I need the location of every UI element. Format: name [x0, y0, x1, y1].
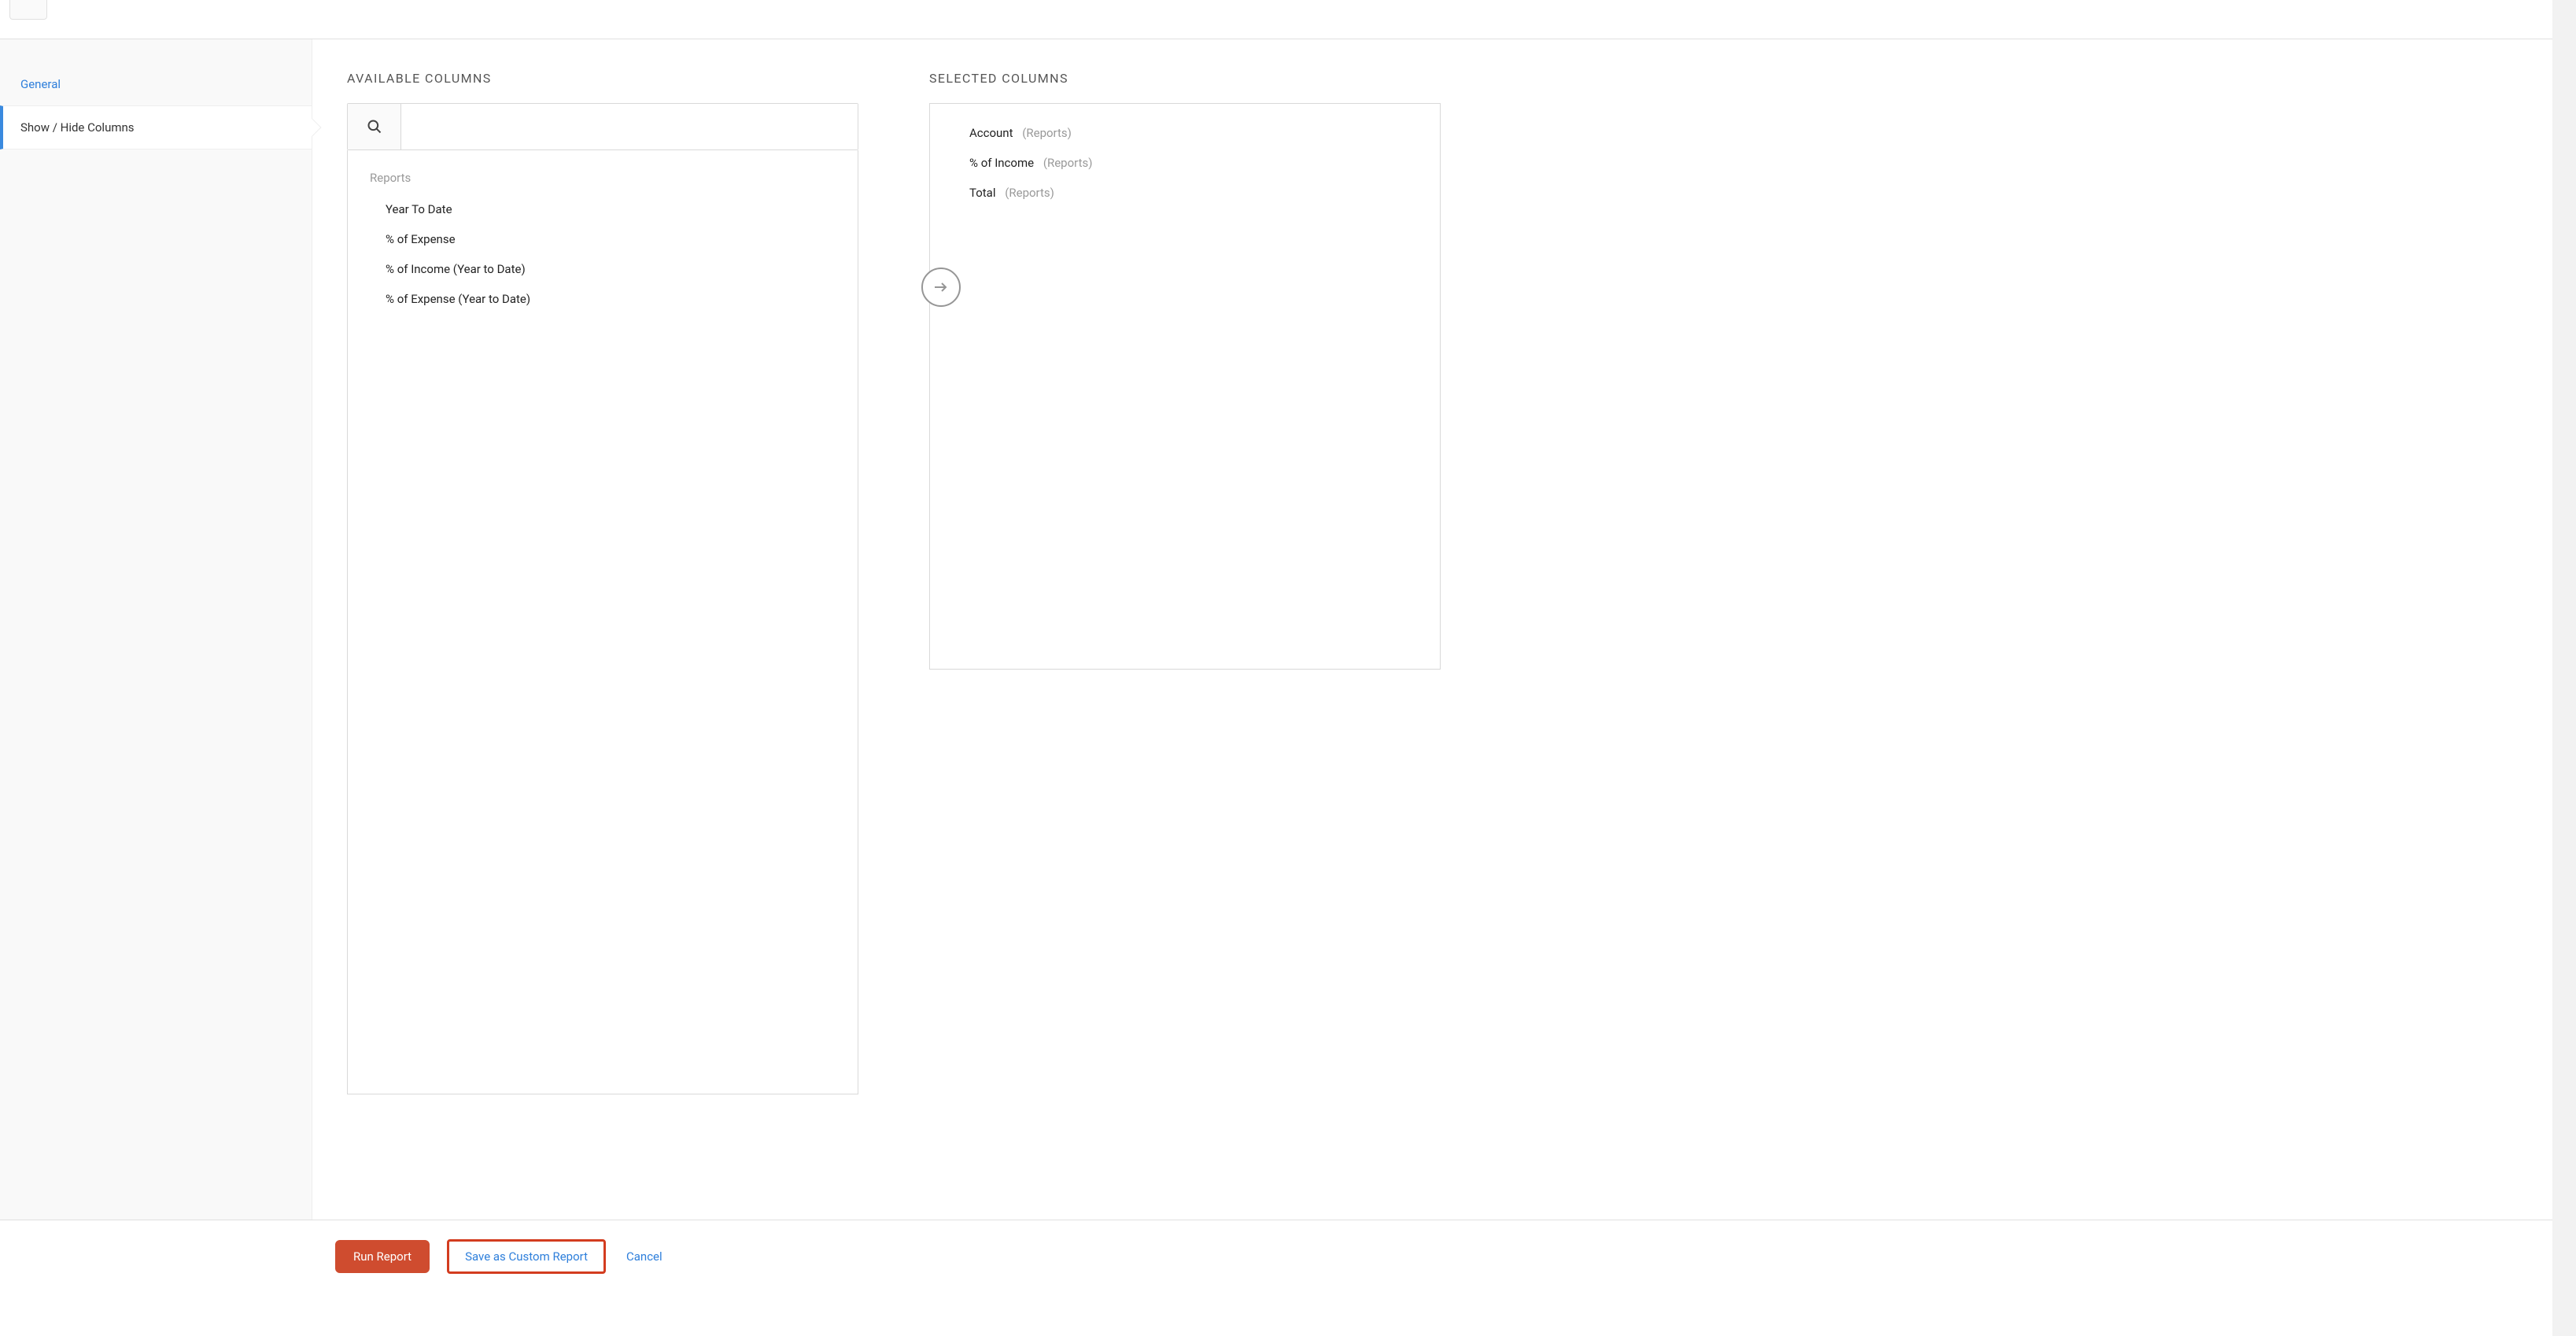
run-report-button[interactable]: Run Report — [335, 1240, 430, 1273]
sidebar-item-general[interactable]: General — [0, 63, 312, 105]
selected-column-item[interactable]: % of Income (Reports) — [930, 148, 1440, 178]
action-bar: Run Report Save as Custom Report Cancel — [0, 1220, 2575, 1293]
selected-column-item[interactable]: Account (Reports) — [930, 118, 1440, 148]
sidebar-item-show-hide-columns[interactable]: Show / Hide Columns — [0, 105, 312, 149]
available-columns-panel: AVAILABLE COLUMNS Reports Year To Date %… — [347, 71, 858, 1188]
settings-sidebar: General Show / Hide Columns — [0, 39, 312, 1220]
sidebar-item-label: General — [20, 77, 61, 91]
available-column-item[interactable]: Year To Date — [348, 194, 858, 224]
selected-columns-panel: SELECTED COLUMNS Account (Reports) % of … — [929, 71, 1441, 1188]
available-columns-list: Reports Year To Date % of Expense % of I… — [347, 150, 858, 1094]
available-column-item[interactable]: % of Expense — [348, 224, 858, 254]
search-icon — [348, 104, 401, 149]
available-columns-title: AVAILABLE COLUMNS — [347, 71, 858, 86]
search-input[interactable] — [401, 104, 858, 149]
selected-column-item[interactable]: Total (Reports) — [930, 178, 1440, 208]
selected-column-label: % of Income — [969, 156, 1034, 170]
search-wrapper — [347, 103, 858, 150]
content-area: AVAILABLE COLUMNS Reports Year To Date %… — [312, 39, 2575, 1220]
sidebar-item-label: Show / Hide Columns — [20, 120, 135, 135]
selected-columns-list: Account (Reports) % of Income (Reports) … — [929, 103, 1441, 670]
selected-columns-title: SELECTED COLUMNS — [929, 71, 1441, 86]
column-group-label: Reports — [348, 166, 858, 194]
scrollbar-track[interactable] — [2552, 0, 2576, 1336]
selected-column-source: (Reports) — [1022, 126, 1072, 140]
available-column-item[interactable]: % of Expense (Year to Date) — [348, 284, 858, 314]
cancel-button[interactable]: Cancel — [623, 1241, 666, 1272]
save-custom-report-button[interactable]: Save as Custom Report — [447, 1239, 606, 1274]
move-right-button[interactable] — [921, 268, 961, 307]
selected-column-source: (Reports) — [1043, 156, 1093, 170]
header-icon-box — [9, 0, 47, 20]
selected-column-label: Total — [969, 186, 996, 200]
available-column-item[interactable]: % of Income (Year to Date) — [348, 254, 858, 284]
selected-column-source: (Reports) — [1005, 186, 1054, 200]
selected-column-label: Account — [969, 126, 1013, 140]
page-header — [0, 0, 2575, 39]
